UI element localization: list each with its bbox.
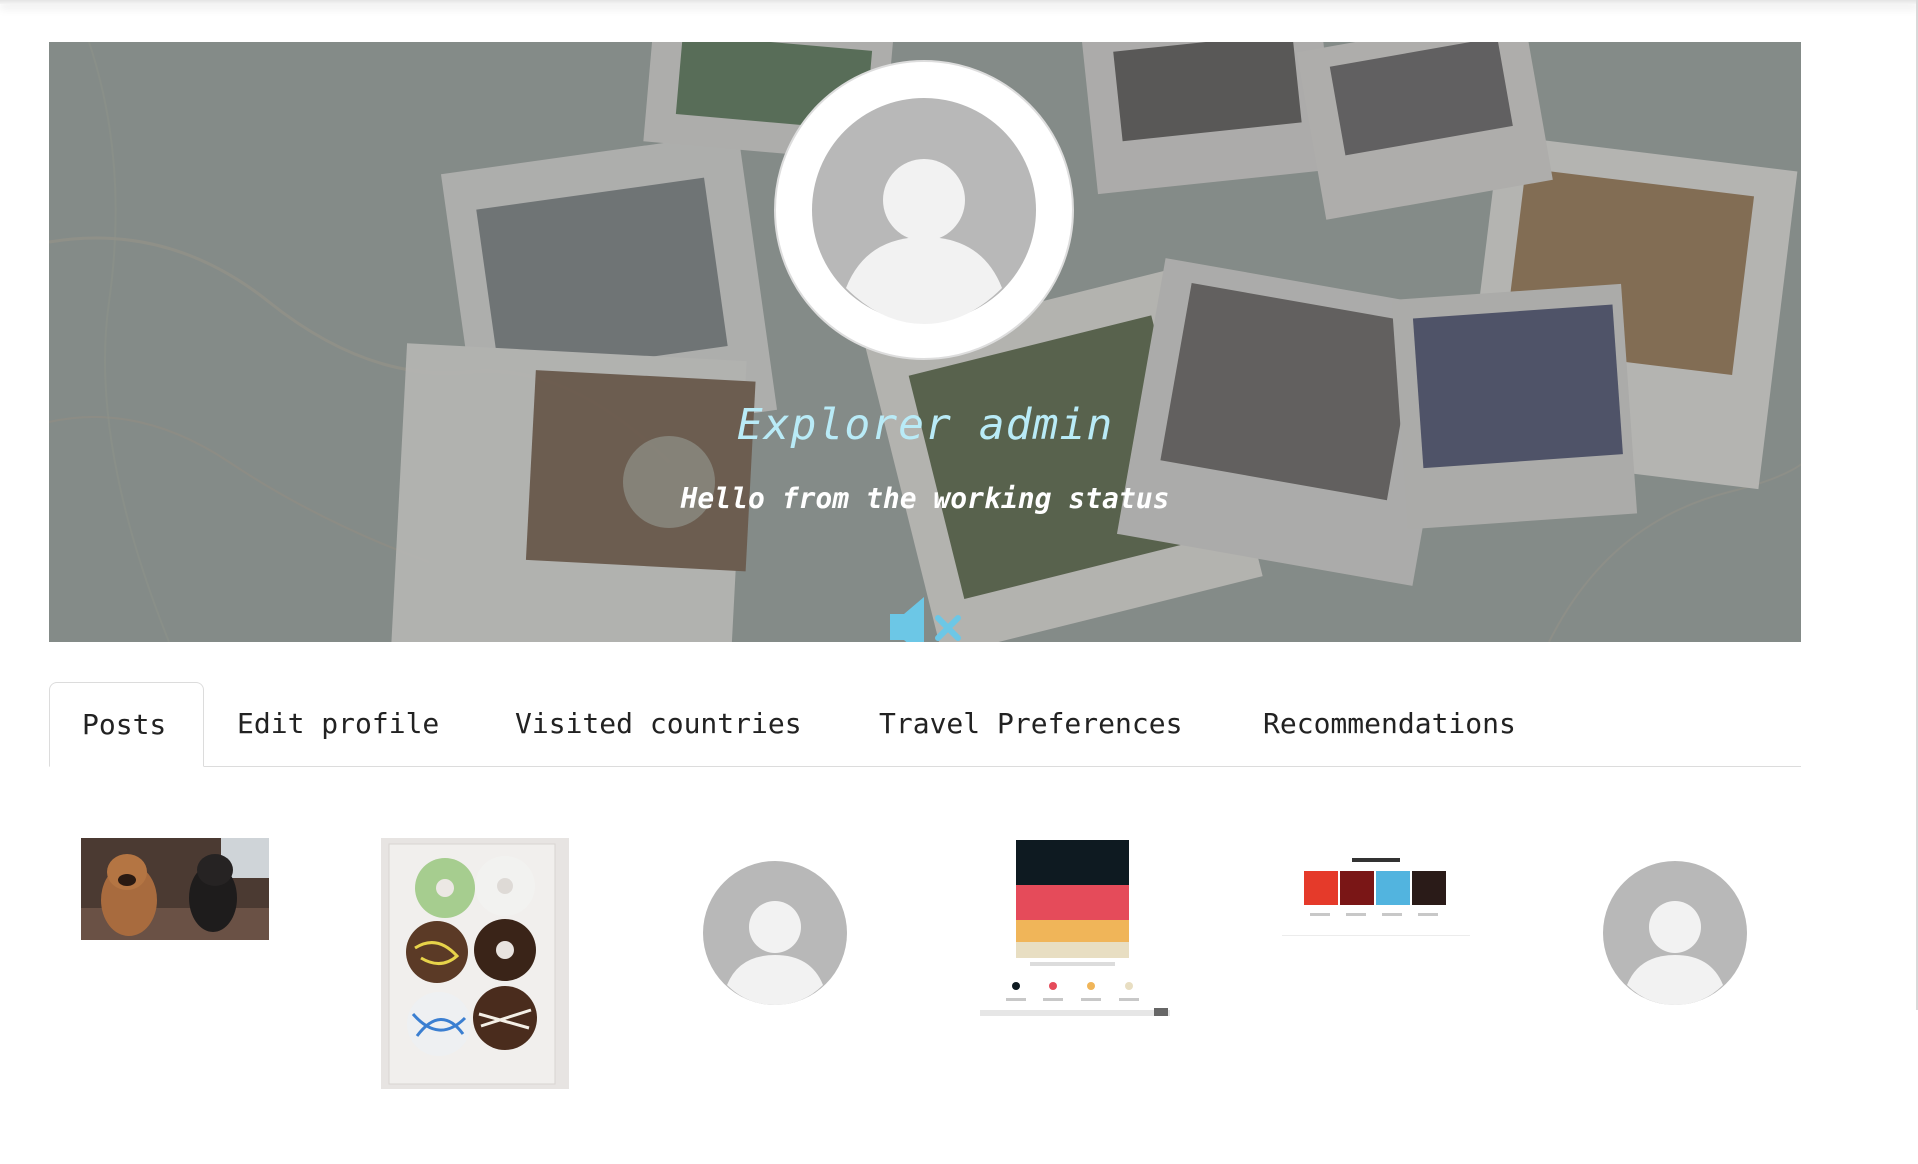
dogs-photo bbox=[81, 838, 269, 940]
tab-edit-profile[interactable]: Edit profile bbox=[237, 682, 439, 766]
tab-label: Recommendations bbox=[1263, 707, 1516, 740]
post-thumbnail[interactable] bbox=[81, 838, 269, 940]
tab-label: Edit profile bbox=[237, 707, 440, 740]
tab-recommendations[interactable]: Recommendations bbox=[1263, 682, 1516, 766]
post-thumbnail[interactable] bbox=[703, 861, 847, 1005]
profile-banner: Explorer admin Hello from the working st… bbox=[49, 42, 1801, 642]
tab-visited-countries[interactable]: Visited countries bbox=[515, 682, 802, 766]
tab-label: Visited countries bbox=[515, 707, 802, 740]
top-bar bbox=[0, 0, 1918, 4]
donuts-photo bbox=[381, 838, 569, 1089]
post-thumbnail[interactable] bbox=[1603, 861, 1747, 1005]
tab-label: Travel Preferences bbox=[879, 707, 1183, 740]
default-user-icon bbox=[1603, 861, 1747, 1005]
post-thumbnail[interactable] bbox=[980, 838, 1170, 1022]
default-user-icon bbox=[812, 98, 1036, 324]
profile-name: Explorer admin bbox=[736, 400, 1114, 450]
tab-label: Posts bbox=[82, 708, 167, 741]
tab-posts[interactable]: Posts bbox=[49, 682, 204, 767]
mute-button[interactable] bbox=[886, 594, 966, 642]
post-thumbnail[interactable] bbox=[381, 838, 569, 1089]
profile-tabs: Posts Edit profile Visited countries Tra… bbox=[49, 682, 1801, 767]
tab-travel-preferences[interactable]: Travel Preferences bbox=[879, 682, 1182, 766]
post-thumbnail[interactable] bbox=[1282, 853, 1470, 937]
color-palette-screenshot bbox=[980, 838, 1170, 1022]
volume-mute-icon bbox=[890, 597, 961, 642]
switch-palette-screenshot bbox=[1282, 853, 1470, 937]
default-user-icon bbox=[703, 861, 847, 1005]
profile-avatar[interactable] bbox=[774, 60, 1074, 360]
profile-status: Hello from the working status bbox=[680, 482, 1170, 515]
